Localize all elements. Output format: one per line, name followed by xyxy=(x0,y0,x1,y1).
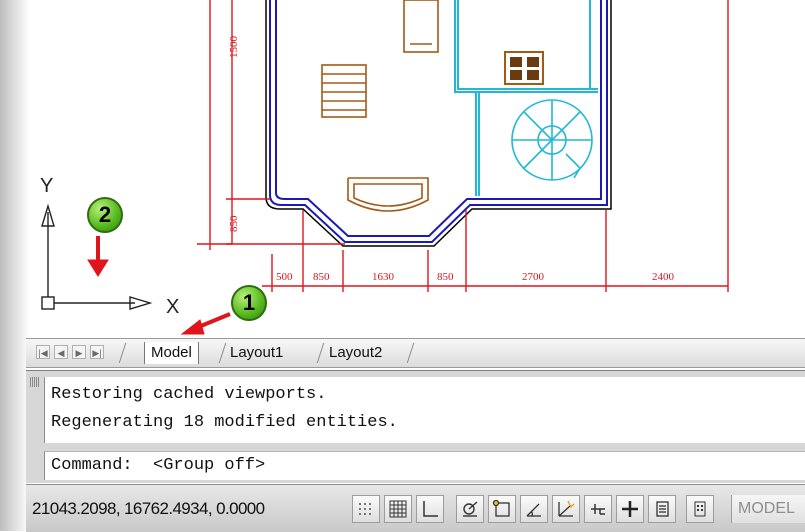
dim-label: 850 xyxy=(313,271,330,283)
model-space-button[interactable]: MODEL xyxy=(731,495,805,523)
snap-mode-icon[interactable] xyxy=(384,495,412,523)
tab-divider xyxy=(118,343,127,363)
dim-label: 2400 xyxy=(652,271,675,283)
tab-model[interactable]: Model xyxy=(144,342,199,364)
selection-cycling-icon[interactable] xyxy=(686,495,714,523)
drag-grip-icon[interactable] xyxy=(30,377,40,387)
lineweight-icon[interactable] xyxy=(616,495,644,523)
command-line-input[interactable]: Command: <Group off> xyxy=(44,451,805,480)
object-snap-tracking-icon[interactable] xyxy=(520,495,548,523)
dim-label: 850 xyxy=(228,215,240,232)
floor-plan-drawing: 500 850 1630 850 2700 2400 1500 850 Y X xyxy=(40,0,729,335)
callout-badge: 1 xyxy=(231,285,267,321)
next-tab-button[interactable]: ▶ xyxy=(72,345,86,359)
quick-properties-icon[interactable] xyxy=(648,495,676,523)
object-snap-icon[interactable] xyxy=(488,495,516,523)
previous-tab-button[interactable]: ◀ xyxy=(54,345,68,359)
grid-display-icon[interactable] xyxy=(416,495,444,523)
infer-constraints-icon[interactable] xyxy=(352,495,380,523)
ucs-y-label: Y xyxy=(40,175,53,197)
tab-layout2[interactable]: Layout2 xyxy=(323,342,388,364)
autocad-window: 500 850 1630 850 2700 2400 1500 850 Y X xyxy=(0,0,805,532)
status-bar: 21043.2098, 16762.4934, 0.0000 MODEL xyxy=(26,484,805,532)
dim-label: 1500 xyxy=(228,36,240,59)
command-window: Restoring cached viewports. Regenerating… xyxy=(26,370,805,483)
dim-label: 1630 xyxy=(372,271,395,283)
command-history: Restoring cached viewports. Regenerating… xyxy=(44,377,805,443)
model-space-canvas[interactable]: 500 850 1630 850 2700 2400 1500 850 Y X xyxy=(0,0,805,338)
command-prompt: Command: <Group off> xyxy=(51,456,266,475)
layout-tab-bar: |◀ ◀ ▶ ▶| Model Layout1 Layout2 xyxy=(26,338,805,368)
tab-divider xyxy=(406,343,415,363)
dynamic-ucs-icon[interactable] xyxy=(552,495,580,523)
dim-label: 2700 xyxy=(522,271,545,283)
history-line: Restoring cached viewports. xyxy=(51,385,327,404)
dim-label: 500 xyxy=(276,271,293,283)
dim-label: 850 xyxy=(437,271,454,283)
polar-tracking-icon[interactable] xyxy=(456,495,484,523)
ucs-x-label: X xyxy=(166,296,179,318)
history-line: Regenerating 18 modified entities. xyxy=(51,413,398,432)
dynamic-input-icon[interactable] xyxy=(584,495,612,523)
callout-badge: 2 xyxy=(87,197,123,233)
last-tab-button[interactable]: ▶| xyxy=(90,345,104,359)
coordinate-readout[interactable]: 21043.2098, 16762.4934, 0.0000 xyxy=(26,496,354,522)
tab-layout1[interactable]: Layout1 xyxy=(224,342,289,364)
first-tab-button[interactable]: |◀ xyxy=(36,345,50,359)
